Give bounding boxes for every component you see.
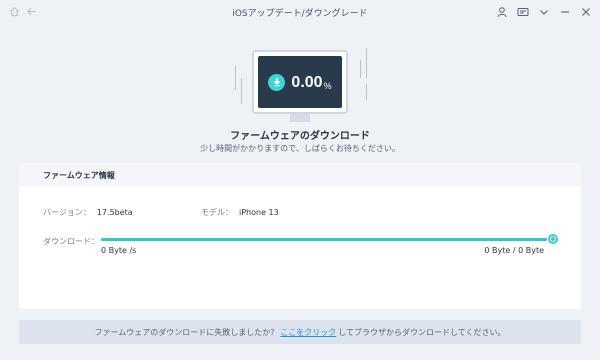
percent-unit: % bbox=[323, 81, 332, 91]
decor-line bbox=[235, 66, 236, 90]
progress-screen: 0.00% bbox=[258, 56, 342, 108]
decor-line bbox=[360, 60, 361, 78]
title-bar: iOSアップデート/ダウングレード bbox=[0, 0, 600, 24]
download-hero: 0.00% ファームウェアのダウンロード 少し時間がかかりますので、しばらくお待… bbox=[0, 24, 600, 159]
firmware-info-card: ファームウェア情報 バージョン： 17.5beta モデル： iPhone 13 ダ… bbox=[19, 163, 581, 309]
percent-value: 0.00 bbox=[291, 74, 323, 91]
download-progress-bar bbox=[101, 238, 547, 241]
feedback-icon[interactable] bbox=[517, 6, 529, 18]
version-info: バージョン： 17.5beta bbox=[43, 207, 133, 218]
page-subtitle: 少し時間がかかりますので、しばらくお待ちください。 bbox=[200, 144, 400, 153]
page-title: ファームウェアのダウンロード bbox=[230, 131, 370, 142]
download-bytes: 0 Byte / 0 Byte bbox=[484, 246, 544, 255]
close-icon[interactable] bbox=[580, 6, 592, 18]
progress-knob bbox=[548, 234, 558, 244]
download-label: ダウンロード： bbox=[43, 237, 99, 246]
decor-line bbox=[366, 48, 367, 78]
download-progress-fill bbox=[101, 238, 547, 241]
version-label: バージョン： bbox=[43, 208, 91, 217]
download-icon bbox=[268, 73, 286, 91]
model-value: iPhone 13 bbox=[239, 208, 279, 217]
monitor-illustration: 0.00% bbox=[252, 50, 348, 114]
model-info: モデル： iPhone 13 bbox=[201, 207, 279, 218]
version-value: 17.5beta bbox=[96, 208, 133, 217]
progress-percent: 0.00% bbox=[291, 72, 331, 92]
monitor-stand bbox=[290, 114, 310, 122]
notice-text-after: してブラウザからダウンロードしてください。 bbox=[338, 327, 506, 337]
decor-line bbox=[366, 84, 367, 100]
minimize-icon[interactable] bbox=[559, 6, 571, 18]
notice-text-before: ファームウェアのダウンロードに失敗しましたか？ bbox=[94, 327, 279, 337]
user-icon[interactable] bbox=[496, 6, 508, 18]
decor-line bbox=[241, 78, 242, 104]
click-here-link[interactable]: ここをクリック bbox=[280, 327, 336, 338]
chevron-down-icon[interactable] bbox=[538, 6, 550, 18]
model-label: モデル： bbox=[201, 208, 233, 217]
download-failed-notice: ファームウェアのダウンロードに失敗しましたか？ ここをクリック してブラウザからダウ… bbox=[19, 320, 581, 344]
card-header: ファームウェア情報 bbox=[19, 163, 581, 187]
window-controls bbox=[496, 5, 592, 19]
download-speed: 0 Byte /s bbox=[101, 246, 137, 255]
